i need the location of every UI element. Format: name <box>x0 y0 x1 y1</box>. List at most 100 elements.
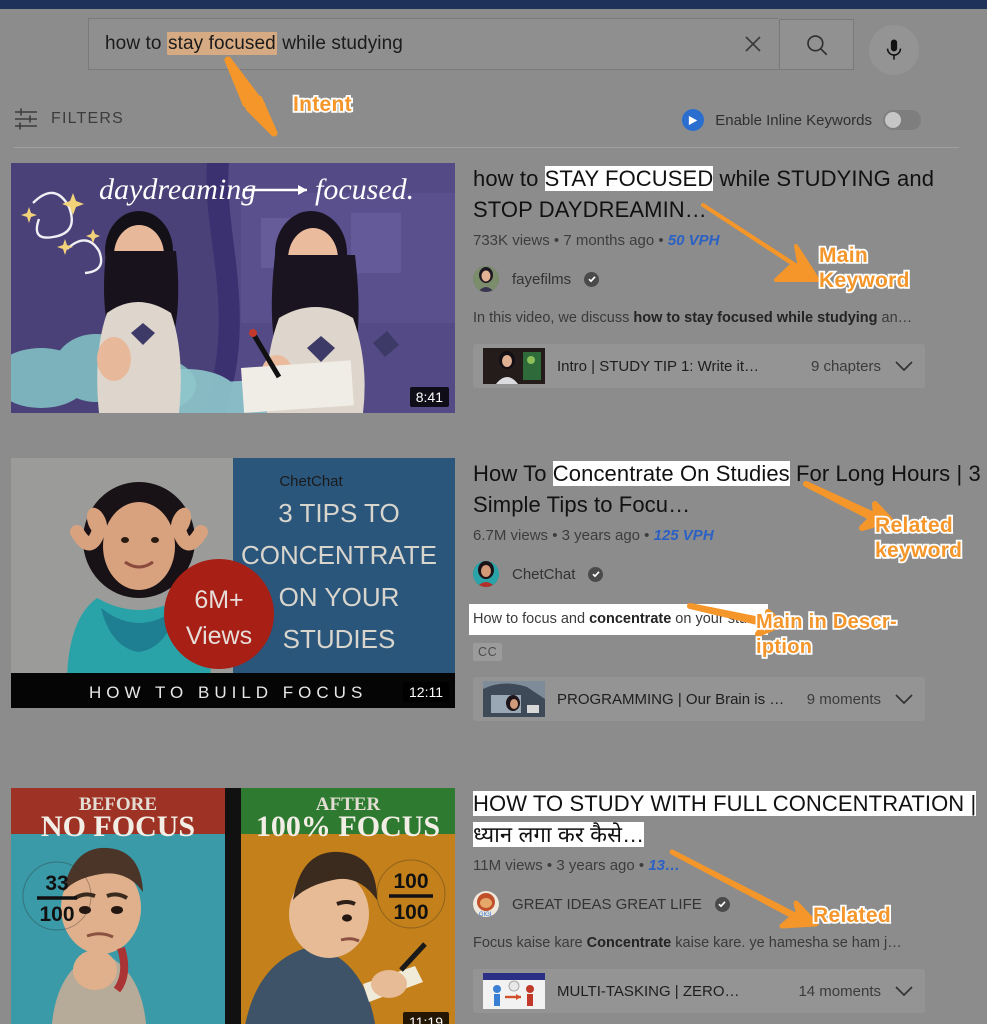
avatar <box>473 561 499 587</box>
annotation-main-in-description: Main in Descr- iption <box>754 609 898 660</box>
description-highlight-box: How to focus and concentrate on your stu… <box>469 604 768 635</box>
query-suffix: while studying <box>276 33 403 54</box>
search-button[interactable] <box>779 19 854 70</box>
video-meta: 11M views • 3 years ago • 13… <box>473 857 681 874</box>
view-count: 6.7M views <box>473 527 549 544</box>
closed-captions-badge: CC <box>473 643 503 661</box>
chapter-thumbnail-icon <box>483 348 545 384</box>
search-row: how to stay focused while studying <box>0 9 987 87</box>
chevron-glyph <box>895 361 913 372</box>
inline-keywords-label: Enable Inline Keywords <box>715 111 872 129</box>
header-divider <box>14 147 959 148</box>
clear-search-button[interactable] <box>730 27 776 61</box>
desc-keyword: Concentrate <box>586 935 672 951</box>
view-count: 733K views <box>473 232 550 249</box>
browser-top-bar <box>0 0 987 9</box>
view-count: 11M views <box>473 857 543 874</box>
avatar-image-icon <box>473 561 499 587</box>
video-title[interactable]: HOW TO STUDY WITH FULL CONCENTRATION | ध… <box>473 788 983 850</box>
svg-text:100: 100 <box>393 870 428 893</box>
svg-text:Views: Views <box>186 622 252 650</box>
annotation-intent: Intent <box>291 91 353 118</box>
svg-text:ON YOUR: ON YOUR <box>279 582 400 612</box>
title-keyword-highlight: Concentrate On Studies <box>552 461 790 486</box>
sliders-icon <box>15 108 37 130</box>
chapters-row[interactable]: PROGRAMMING | Our Brain is … 9 moments <box>473 677 925 721</box>
chevron-down-icon[interactable] <box>893 985 915 997</box>
video-thumbnail[interactable]: BEFORE NO FOCUS AFTER 100% FOCUS 33 100 … <box>11 788 455 1024</box>
video-info: How To Concentrate On Studies For Long H… <box>469 458 983 721</box>
svg-text:ChetChat: ChetChat <box>279 473 343 490</box>
channel-name: fayefilms <box>512 270 572 288</box>
title-keyword-highlight: STAY FOCUSED <box>544 166 714 191</box>
inline-keywords-toggle[interactable] <box>883 110 921 130</box>
filters-button[interactable]: FILTERS <box>14 108 124 130</box>
title-part: How To <box>473 461 553 486</box>
check-icon <box>588 276 596 283</box>
chevron-down-icon[interactable] <box>893 360 915 372</box>
chevron-glyph <box>895 986 913 997</box>
vph-metric: 50 VPH <box>667 232 720 249</box>
chevron-glyph <box>895 694 913 705</box>
query-prefix: how to <box>105 33 167 54</box>
chapter-thumbnail-icon <box>483 681 545 717</box>
title-part: how to <box>473 166 545 191</box>
check-icon <box>592 571 600 578</box>
toggle-knob <box>885 112 901 128</box>
annotation-related: Related <box>811 902 892 929</box>
search-icon <box>806 34 827 55</box>
video-thumbnail[interactable]: ChetChat 3 TIPS TO CONCENTRATE ON YOUR S… <box>11 458 455 708</box>
svg-text:focused.: focused. <box>315 173 414 206</box>
query-keyword-highlight: stay focused <box>166 32 277 55</box>
close-icon <box>745 36 761 52</box>
video-duration: 8:41 <box>409 387 449 407</box>
annotation-main-keyword: Main Keyword <box>817 242 911 294</box>
chevron-down-icon[interactable] <box>893 693 915 705</box>
chapter-title: Intro | STUDY TIP 1: Write it… <box>557 357 760 375</box>
svg-text:GIGL: GIGL <box>479 912 494 917</box>
video-description: How to focus and concentrate on your stu… <box>469 604 983 635</box>
voice-search-button[interactable] <box>869 25 919 75</box>
app-window: how to stay focused while studying FILTE… <box>0 0 987 1024</box>
chapter-thumbnail-icon <box>483 973 545 1009</box>
microphone-icon <box>886 39 902 60</box>
chapter-count: 14 moments <box>798 982 881 1000</box>
verified-badge-icon <box>714 896 730 912</box>
desc-suffix: on your stu… <box>671 611 762 627</box>
filters-row: FILTERS Enable Inline Keywords <box>0 100 987 148</box>
upload-age: 7 months ago <box>563 232 655 249</box>
desc-prefix: In this video, we discuss <box>473 310 634 326</box>
svg-text:100: 100 <box>39 903 74 926</box>
search-input[interactable]: how to stay focused while studying <box>88 18 778 70</box>
chapter-title: PROGRAMMING | Our Brain is … <box>557 690 785 708</box>
avatar-image-icon: GIGL <box>473 891 499 917</box>
annotation-related-keyword: Related keyword <box>873 512 964 564</box>
vidiq-glyph-icon <box>688 115 697 125</box>
svg-text:NO FOCUS: NO FOCUS <box>41 810 195 843</box>
verified-badge-icon <box>584 271 600 287</box>
video-title[interactable]: How To Concentrate On Studies For Long H… <box>473 458 983 520</box>
channel-row[interactable]: ChetChat <box>473 561 983 587</box>
desc-keyword: concentrate <box>589 611 672 627</box>
channel-row[interactable]: GIGL GREAT IDEAS GREAT LIFE <box>473 891 983 917</box>
filters-label: FILTERS <box>51 110 125 127</box>
chapter-title: MULTI-TASKING | ZERO… <box>557 982 740 1000</box>
chapters-row[interactable]: Intro | STUDY TIP 1: Write it… 9 chapter… <box>473 344 925 388</box>
thumbnail-artwork-2: ChetChat 3 TIPS TO CONCENTRATE ON YOUR S… <box>11 458 455 708</box>
chapter-count: 9 chapters <box>810 357 881 375</box>
svg-text:3 TIPS TO: 3 TIPS TO <box>278 498 399 528</box>
video-thumbnail[interactable]: daydreaming focused. 8:41 <box>11 163 455 413</box>
desc-keyword: how to stay focused while studying <box>633 310 878 326</box>
chapters-row[interactable]: MULTI-TASKING | ZERO… 14 moments <box>473 969 925 1013</box>
thumbnail-artwork-3: BEFORE NO FOCUS AFTER 100% FOCUS 33 100 … <box>11 788 455 1024</box>
video-duration: 11:19 <box>403 1012 449 1024</box>
svg-text:CONCENTRATE: CONCENTRATE <box>241 540 437 570</box>
inline-keywords-control: Enable Inline Keywords <box>682 109 921 131</box>
svg-text:daydreaming: daydreaming <box>99 173 256 206</box>
title-keyword-highlight: HOW TO STUDY WITH FULL CONCENTRATION | ध… <box>473 791 977 847</box>
chapter-count: 9 moments <box>806 690 881 708</box>
video-title[interactable]: how to STAY FOCUSED while STUDYING and S… <box>473 163 983 225</box>
verified-badge-icon <box>588 566 604 582</box>
svg-text:100% FOCUS: 100% FOCUS <box>256 810 440 843</box>
video-info: HOW TO STUDY WITH FULL CONCENTRATION | ध… <box>473 788 983 1013</box>
